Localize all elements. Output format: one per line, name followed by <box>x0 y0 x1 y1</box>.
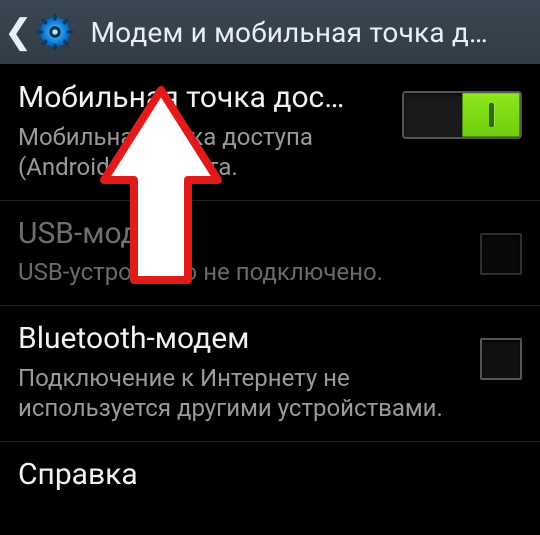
row-text: Справка <box>18 458 522 493</box>
row-text: Bluetooth-модем Подключение к Интернету … <box>18 322 466 423</box>
bluetooth-checkbox[interactable] <box>480 338 522 380</box>
toggle-knob-on <box>462 93 520 137</box>
settings-screen: ❮ <box>0 0 540 535</box>
row-text: Мобильная точка дос… Мобильная точка дос… <box>18 81 388 182</box>
row-text: USB-модем USB-устройство не подключено. <box>18 217 466 288</box>
row-usb-tether: USB-модем USB-устройство не подключено. <box>0 201 540 307</box>
row-title: Справка <box>18 458 522 493</box>
back-button[interactable]: ❮ <box>0 0 81 64</box>
row-title: USB-модем <box>18 217 466 252</box>
page-title: Модем и мобильная точка д… <box>91 16 540 49</box>
row-mobile-hotspot[interactable]: Мобильная точка дос… Мобильная точка дос… <box>0 65 540 201</box>
hotspot-toggle[interactable] <box>402 91 522 139</box>
row-help[interactable]: Справка <box>0 442 540 511</box>
row-title: Bluetooth-модем <box>18 322 466 357</box>
row-subtitle: USB-устройство не подключено. <box>18 257 466 287</box>
row-bluetooth-tether[interactable]: Bluetooth-модем Подключение к Интернету … <box>0 306 540 442</box>
row-subtitle: Мобильная точка доступа (AndroidAP) заня… <box>18 122 388 182</box>
action-bar: ❮ <box>0 0 540 65</box>
usb-checkbox <box>480 233 522 275</box>
gear-icon <box>35 12 75 52</box>
settings-list: Мобильная точка дос… Мобильная точка дос… <box>0 65 540 510</box>
chevron-left-icon: ❮ <box>4 15 33 49</box>
row-subtitle: Подключение к Интернету не используется … <box>18 363 466 423</box>
row-title: Мобильная точка дос… <box>18 81 388 116</box>
